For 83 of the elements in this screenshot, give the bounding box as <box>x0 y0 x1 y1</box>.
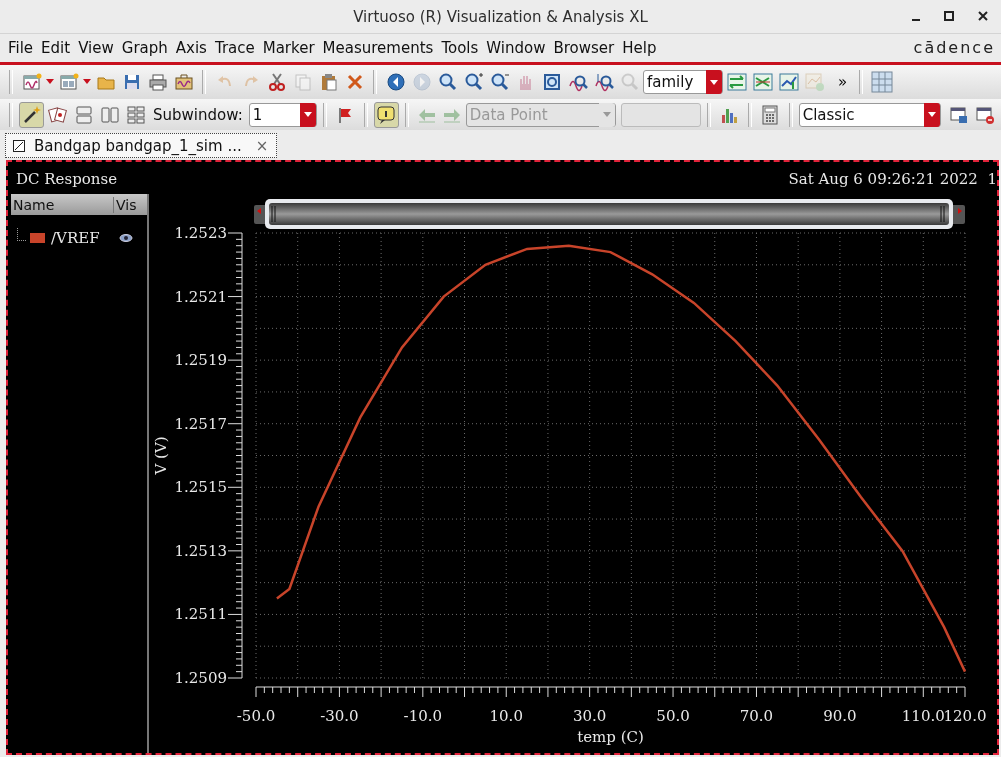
x-tick-label: -50.0 <box>236 707 276 725</box>
column-header: Name <box>11 196 114 213</box>
y-tick-label: 1.2511 <box>174 605 227 624</box>
subwindow-combo[interactable]: 1 <box>248 102 317 127</box>
menu-item[interactable]: Edit <box>37 39 75 57</box>
menu-item[interactable]: Tools <box>437 39 483 57</box>
menu-item[interactable]: Help <box>618 39 661 57</box>
y-tick-label: 1.2513 <box>174 541 227 560</box>
x-tick-label: -30.0 <box>320 707 359 725</box>
minimize-icon <box>912 19 920 21</box>
y-tick-label: 1.2517 <box>174 414 227 433</box>
menu-item[interactable]: Trace <box>210 39 259 57</box>
forward-icon <box>411 72 432 92</box>
fit-icon <box>541 72 562 92</box>
menu-item[interactable]: File <box>4 39 38 57</box>
x-axis-title: temp (C) <box>577 728 644 746</box>
family-combo[interactable]: family <box>643 70 723 94</box>
subwindow-label: Subwindow: <box>153 105 243 124</box>
plot-title: DC Response <box>16 170 117 188</box>
magnifier-icon <box>619 72 640 92</box>
input-field[interactable] <box>620 102 701 127</box>
tab[interactable]: Bandgap bandgap_1_sim ... × <box>5 133 278 158</box>
menu-item[interactable]: Axis <box>171 39 211 57</box>
close-tab-button[interactable]: × <box>255 136 269 155</box>
info-icon <box>376 104 397 125</box>
close-icon <box>978 11 988 21</box>
eye-icon <box>119 233 133 243</box>
window-title: Virtuoso (R) Visualization & Analysis XL <box>353 7 648 26</box>
y-axis-title: V (V) <box>152 436 170 475</box>
new-window-icon <box>21 72 42 92</box>
trace-name[interactable]: /VREF <box>51 229 100 247</box>
briefcase-icon <box>173 72 194 92</box>
scissors-icon <box>266 72 287 92</box>
window-remove-icon <box>975 104 996 125</box>
menu-item[interactable]: Graph <box>117 39 172 57</box>
y-tick-label: 1.2521 <box>174 287 227 306</box>
print-icon <box>147 72 168 92</box>
logo: cādence <box>913 38 995 57</box>
y-tick-label: 1.2515 <box>174 478 227 497</box>
style-combo[interactable]: Classic <box>798 102 941 127</box>
copy-icon <box>292 72 313 92</box>
calculator-icon <box>760 104 781 125</box>
y-tick-label: 1.2523 <box>174 224 227 242</box>
zoom-out-icon <box>489 72 510 92</box>
menu-item[interactable]: Measurements <box>318 39 438 57</box>
menu-item[interactable]: Marker <box>258 39 319 57</box>
grid-icon <box>870 71 893 93</box>
zoom-in-icon <box>463 72 484 92</box>
split-vertical-icon <box>99 104 120 125</box>
split-horizontal-icon <box>73 104 94 125</box>
menu-item[interactable]: Browser <box>549 39 619 57</box>
timestamp-fragment: 1 <box>987 170 997 188</box>
swap-chart-icon <box>726 72 747 92</box>
scrollbar[interactable] <box>254 199 965 229</box>
x-tick-label: 50.0 <box>656 707 690 725</box>
x-tick-label: 10.0 <box>489 707 523 725</box>
add-chart-icon <box>804 72 825 92</box>
back-icon <box>385 72 406 92</box>
window-save-icon <box>949 104 970 125</box>
wand-button[interactable] <box>19 101 44 128</box>
menu-item[interactable]: View <box>74 39 118 57</box>
x-tick-label: 110.0 <box>901 707 945 725</box>
x-tick-label: 90.0 <box>823 707 857 725</box>
info-button[interactable] <box>373 101 399 128</box>
updown-chart-icon <box>778 72 799 92</box>
x-tick-label: 30.0 <box>572 707 607 725</box>
cross-chart-icon <box>752 72 773 92</box>
x-tick-label: 70.0 <box>739 707 774 725</box>
y-tick-label: 1.2509 <box>174 669 227 687</box>
zoom-icon <box>437 72 458 92</box>
zoom-y-icon <box>593 72 614 92</box>
maximize-icon <box>944 11 954 21</box>
timestamp: Sat Aug 6 09:26:21 2022 <box>788 170 978 188</box>
x-tick-label: 120.0 <box>943 707 987 725</box>
plot-icon <box>12 138 26 153</box>
column-header: Vis <box>115 196 137 213</box>
menu-item[interactable]: Window <box>482 39 550 57</box>
x-tick-label: -10.0 <box>403 707 443 725</box>
grid-button[interactable] <box>869 69 895 95</box>
y-tick-label: 1.2519 <box>174 351 227 370</box>
overflow-button[interactable]: » <box>838 73 848 91</box>
cards-icon <box>47 104 68 125</box>
grid-layout-icon <box>125 104 146 125</box>
